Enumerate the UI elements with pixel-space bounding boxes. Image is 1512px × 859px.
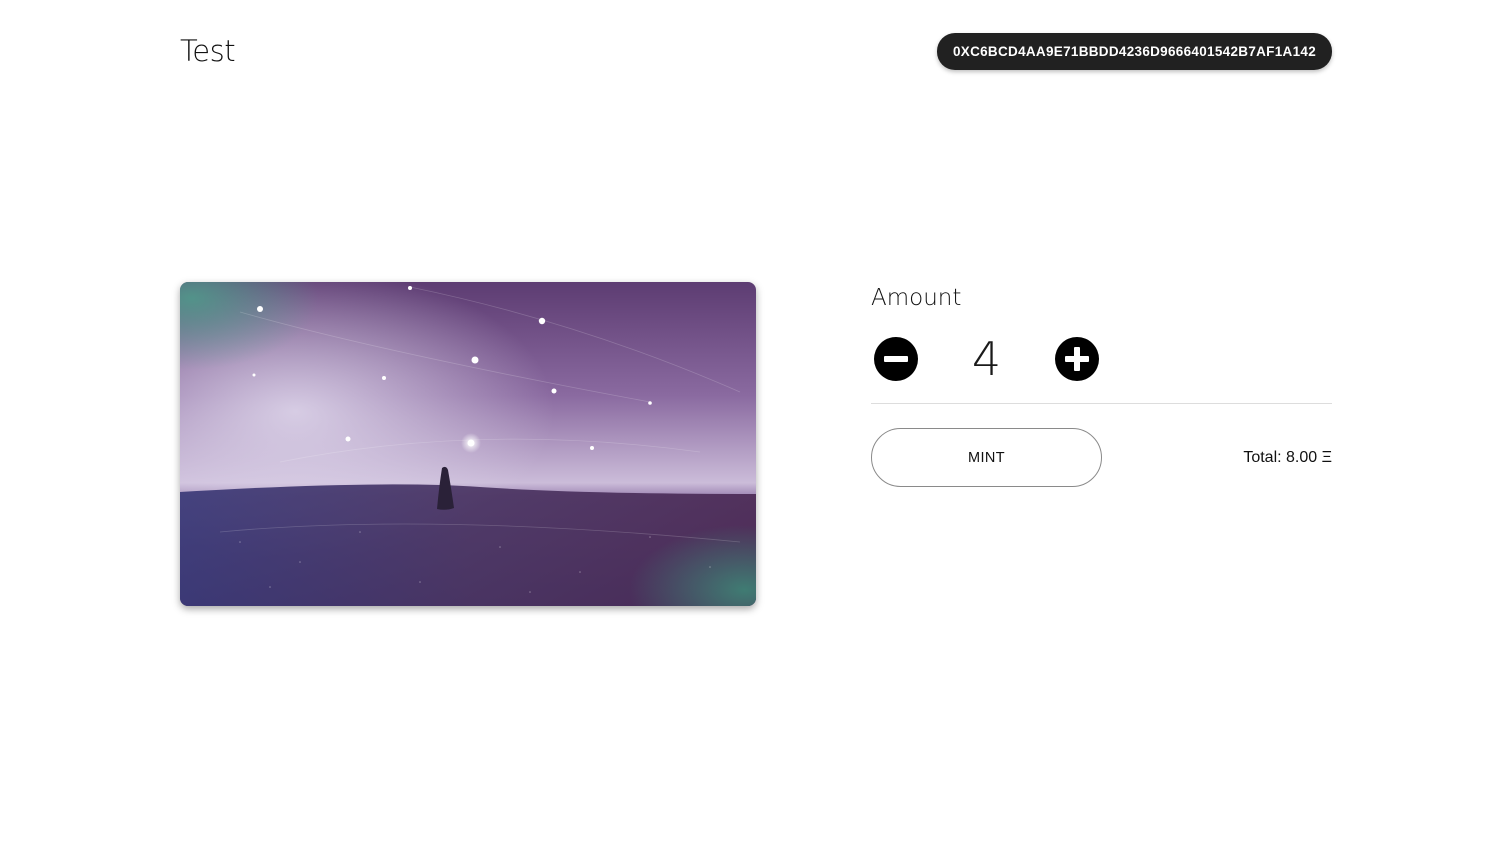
night-sky-illustration xyxy=(180,282,756,606)
amount-stepper: 4 xyxy=(871,336,1332,382)
plus-icon-vertical xyxy=(1074,347,1080,371)
total-price: Total: 8.00 Ξ xyxy=(1243,448,1332,466)
increase-amount-button[interactable] xyxy=(1055,337,1099,381)
divider xyxy=(871,403,1332,404)
wallet-address-button[interactable]: 0XC6BCD4AA9E71BBDD4236D9666401542B7AF1A1… xyxy=(936,32,1332,70)
mint-button[interactable]: MINT xyxy=(871,428,1102,487)
decrease-amount-button[interactable] xyxy=(874,337,918,381)
mint-row: MINT Total: 8.00 Ξ xyxy=(871,428,1332,487)
mint-panel: Amount 4 MINT Total: 8.00 Ξ xyxy=(871,282,1332,487)
site-title: Test xyxy=(180,34,236,68)
amount-value: 4 xyxy=(971,332,1002,386)
minus-icon xyxy=(884,356,908,362)
mint-page: Test 0XC6BCD4AA9E71BBDD4236D9666401542B7… xyxy=(0,0,1512,859)
nft-artwork-image xyxy=(180,282,756,606)
header: Test 0XC6BCD4AA9E71BBDD4236D9666401542B7… xyxy=(180,30,1332,72)
amount-label: Amount xyxy=(871,285,962,311)
